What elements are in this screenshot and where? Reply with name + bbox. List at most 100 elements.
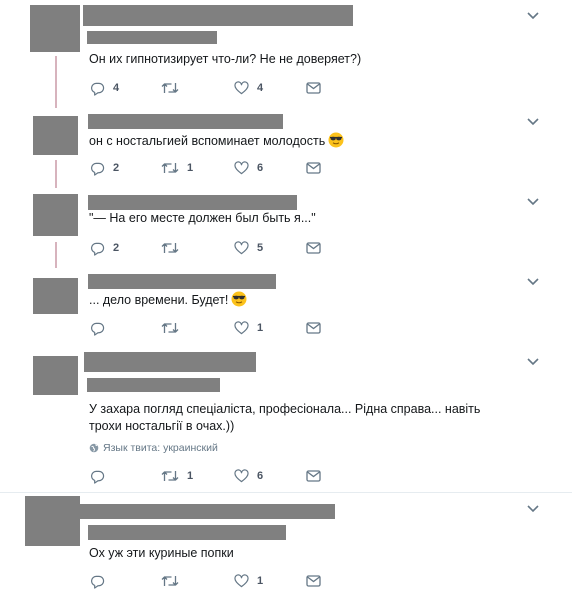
reply-action[interactable]: 2 bbox=[90, 160, 119, 176]
retweet-icon bbox=[161, 471, 179, 481]
dm-action[interactable] bbox=[306, 468, 321, 484]
like-action[interactable]: 5 bbox=[234, 240, 263, 256]
chevron-down-icon[interactable] bbox=[526, 117, 540, 127]
heart-icon bbox=[234, 241, 249, 255]
redacted-author-name bbox=[80, 504, 335, 519]
tweet-text: Он их гипнотизирует что-ли? Не не доверя… bbox=[89, 52, 362, 66]
heart-icon bbox=[234, 574, 249, 588]
reply-icon bbox=[91, 322, 105, 336]
tweet-text: "— На его месте должен был быть я..." bbox=[89, 211, 316, 225]
globe-icon bbox=[89, 443, 99, 453]
retweet-icon bbox=[161, 323, 179, 333]
tweet-actions: 1 bbox=[90, 573, 330, 589]
tweet-actions: 1 6 bbox=[90, 468, 330, 484]
avatar[interactable] bbox=[33, 356, 78, 395]
reply-count: 2 bbox=[113, 162, 120, 174]
retweet-action[interactable] bbox=[161, 320, 187, 336]
tweet-6[interactable]: Ох уж эти куриные попки 1 bbox=[0, 493, 572, 598]
thread-line bbox=[55, 160, 57, 188]
heart-icon bbox=[234, 469, 249, 483]
like-count: 1 bbox=[257, 322, 264, 334]
like-count: 4 bbox=[257, 82, 264, 94]
reply-action[interactable]: 4 bbox=[90, 80, 119, 96]
tweet-text: У захара погляд спеціаліста, професіонал… bbox=[89, 402, 481, 433]
reply-action[interactable] bbox=[90, 320, 113, 336]
retweet-action[interactable]: 1 bbox=[161, 160, 193, 176]
reply-action[interactable]: 2 bbox=[90, 240, 119, 256]
like-count: 6 bbox=[257, 162, 264, 174]
tweet-3[interactable]: "— На его месте должен был быть я..." 2 … bbox=[0, 186, 572, 268]
tweet-text-content: ... дело времени. Будет! bbox=[89, 293, 229, 307]
dm-action[interactable] bbox=[306, 573, 321, 589]
sunglasses-emoji bbox=[328, 132, 344, 148]
tweet-text: ... дело времени. Будет! bbox=[89, 291, 247, 309]
retweet-action[interactable] bbox=[161, 573, 187, 589]
tweet-language-note[interactable]: Язык твита: украинский bbox=[89, 442, 218, 454]
chevron-down-icon[interactable] bbox=[526, 11, 540, 21]
tweet-1[interactable]: Он их гипнотизирует что-ли? Не не доверя… bbox=[0, 0, 572, 108]
avatar[interactable] bbox=[33, 194, 78, 236]
reply-icon bbox=[91, 575, 105, 589]
reply-icon bbox=[91, 162, 105, 176]
language-note-text: Язык твита: украинский bbox=[103, 442, 218, 454]
avatar[interactable] bbox=[33, 278, 78, 314]
tweet-4[interactable]: ... дело времени. Будет! 1 bbox=[0, 266, 572, 346]
retweet-icon bbox=[161, 83, 179, 93]
avatar[interactable] bbox=[33, 116, 78, 155]
thread-line bbox=[55, 242, 57, 268]
redacted-author-handle bbox=[87, 378, 220, 392]
redacted-author-handle bbox=[88, 525, 286, 540]
like-action[interactable]: 1 bbox=[234, 573, 263, 589]
avatar[interactable] bbox=[25, 496, 80, 546]
tweet-actions: 2 1 6 bbox=[90, 160, 330, 176]
like-action[interactable]: 1 bbox=[234, 320, 263, 336]
reply-action[interactable] bbox=[90, 573, 113, 589]
envelope-icon bbox=[306, 575, 321, 587]
retweet-action[interactable]: 1 bbox=[161, 468, 193, 484]
reply-icon bbox=[91, 82, 105, 96]
retweet-action[interactable] bbox=[161, 80, 187, 96]
chevron-down-icon[interactable] bbox=[526, 504, 540, 514]
reply-icon bbox=[91, 470, 105, 484]
like-action[interactable]: 6 bbox=[234, 468, 263, 484]
chevron-down-icon[interactable] bbox=[526, 357, 540, 367]
tweet-text-content: он с ностальгией вспоминает молодость bbox=[89, 134, 326, 148]
redacted-author-name bbox=[88, 274, 276, 289]
redacted-author-handle bbox=[87, 31, 217, 44]
envelope-icon bbox=[306, 322, 321, 334]
like-count: 6 bbox=[257, 470, 264, 482]
tweet-actions: 1 bbox=[90, 320, 330, 336]
envelope-icon bbox=[306, 470, 321, 482]
retweet-count: 1 bbox=[187, 162, 194, 174]
retweet-icon bbox=[161, 576, 179, 586]
tweet-actions: 2 5 bbox=[90, 240, 330, 256]
envelope-icon bbox=[306, 82, 321, 94]
envelope-icon bbox=[306, 162, 321, 174]
dm-action[interactable] bbox=[306, 320, 321, 336]
dm-action[interactable] bbox=[306, 160, 321, 176]
retweet-count: 1 bbox=[187, 470, 194, 482]
reply-count: 2 bbox=[113, 242, 120, 254]
chevron-down-icon[interactable] bbox=[526, 277, 540, 287]
redacted-author-name bbox=[88, 195, 297, 210]
dm-action[interactable] bbox=[306, 80, 321, 96]
tweet-text: он с ностальгией вспоминает молодость bbox=[89, 132, 344, 150]
chevron-down-icon[interactable] bbox=[526, 197, 540, 207]
like-action[interactable]: 6 bbox=[234, 160, 263, 176]
heart-icon bbox=[234, 321, 249, 335]
redacted-author-name bbox=[88, 114, 283, 129]
redacted-author-name bbox=[84, 352, 256, 372]
reply-action[interactable] bbox=[90, 468, 113, 484]
tweet-2[interactable]: он с ностальгией вспоминает молодость 2 … bbox=[0, 106, 572, 188]
reply-count: 4 bbox=[113, 82, 120, 94]
redacted-author-name bbox=[83, 5, 353, 26]
envelope-icon bbox=[306, 242, 321, 254]
avatar[interactable] bbox=[30, 5, 80, 52]
dm-action[interactable] bbox=[306, 240, 321, 256]
heart-icon bbox=[234, 161, 249, 175]
like-action[interactable]: 4 bbox=[234, 80, 263, 96]
sunglasses-emoji bbox=[231, 291, 247, 307]
retweet-action[interactable] bbox=[161, 240, 187, 256]
tweet-5[interactable]: У захара погляд спеціаліста, професіонал… bbox=[0, 346, 572, 492]
reply-icon bbox=[91, 242, 105, 256]
